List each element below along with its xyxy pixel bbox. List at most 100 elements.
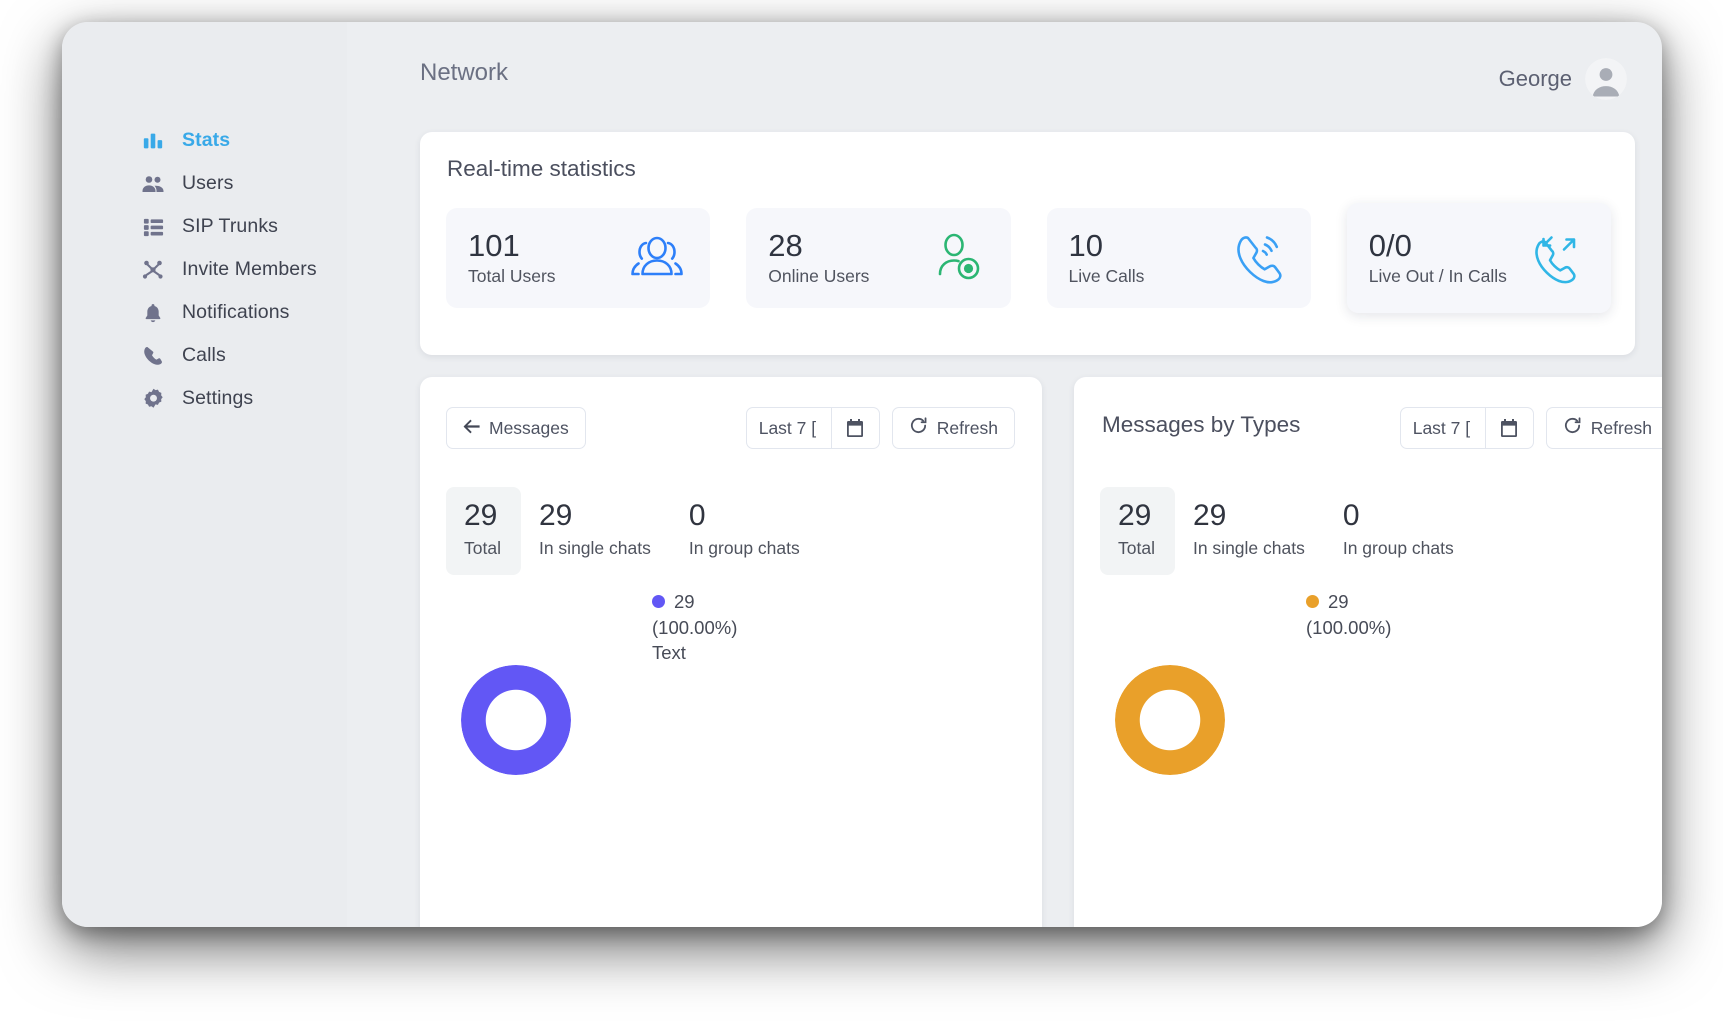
- summary-cell-single-chats: 29 In single chats: [1175, 487, 1325, 575]
- messages-panel: Messages Last 7 [Refresh 29 Total 29 In…: [420, 377, 1042, 927]
- date-range-picker[interactable]: Last 7 [: [745, 407, 880, 449]
- sidebar-item-notifications[interactable]: Notifications: [140, 291, 350, 334]
- sidebar-item-calls[interactable]: Calls: [140, 334, 350, 377]
- types-panel-header: Messages by Types Last 7 [Refresh: [1074, 377, 1662, 474]
- calendar-icon[interactable]: [1485, 407, 1534, 449]
- refresh-icon: [909, 416, 928, 440]
- legend-color-dot: [1306, 595, 1319, 609]
- donut-slice-text[interactable]: [461, 665, 571, 775]
- list-icon: [140, 214, 166, 240]
- phone-waves-icon: [1227, 227, 1289, 289]
- refresh-button[interactable]: Refresh: [891, 407, 1015, 449]
- date-range-picker[interactable]: Last 7 [: [1399, 407, 1534, 449]
- refresh-icon: [1563, 416, 1582, 440]
- summary-value: 29: [464, 499, 498, 532]
- sidebar-item-label: Calls: [182, 344, 226, 366]
- sidebar: Stats Users SIP Trunks Invite Members No…: [62, 22, 347, 927]
- realtime-title: Real-time statistics: [447, 156, 636, 181]
- sidebar-item-label: Users: [182, 172, 234, 194]
- summary-cell-total: 29 Total: [446, 487, 521, 575]
- legend-percent: (100.00%): [652, 616, 738, 638]
- stat-label: Live Out / In Calls: [1368, 266, 1507, 287]
- user-online-icon: [927, 227, 989, 289]
- summary-label: In single chats: [1192, 538, 1305, 558]
- stat-label: Live Calls: [1068, 266, 1145, 287]
- legend-entry: 29: [652, 589, 737, 615]
- stat-card-live-calls[interactable]: 10 Live Calls: [1046, 208, 1311, 308]
- summary-cell-total: 29 Total: [1100, 487, 1175, 575]
- stat-label: Online Users: [768, 266, 870, 287]
- legend-name: Text: [652, 642, 686, 664]
- app-window: Stats Users SIP Trunks Invite Members No…: [62, 22, 1662, 927]
- stat-value: 0/0: [1368, 227, 1412, 263]
- legend-entry: 29: [1306, 589, 1391, 615]
- refresh-button[interactable]: Refresh: [1545, 407, 1662, 449]
- refresh-label: Refresh: [936, 417, 998, 438]
- share-nodes-icon: [140, 257, 166, 283]
- summary-value: 29: [538, 499, 573, 532]
- legend-percent: (100.00%): [1306, 616, 1392, 638]
- summary-cell-group-chats: 0 In group chats: [1325, 487, 1474, 575]
- page-title: Network: [420, 59, 509, 86]
- avatar[interactable]: [1585, 58, 1627, 100]
- types-panel-controls: Last 7 [Refresh: [1399, 407, 1662, 449]
- stat-card-total-users[interactable]: 101 Total Users: [446, 208, 711, 308]
- stat-value: 10: [1068, 227, 1103, 263]
- date-range-value[interactable]: Last 7 [: [1399, 407, 1486, 449]
- sidebar-item-label: SIP Trunks: [182, 215, 279, 237]
- sidebar-item-stats[interactable]: Stats: [140, 119, 350, 162]
- legend-color-dot: [652, 595, 665, 609]
- legend-value: 29: [674, 591, 695, 612]
- sidebar-item-invite-members[interactable]: Invite Members: [140, 248, 350, 291]
- donut-slice-types[interactable]: [1115, 665, 1225, 775]
- date-range-value[interactable]: Last 7 [: [745, 407, 832, 449]
- summary-label: In group chats: [1342, 538, 1454, 558]
- messages-panel-controls: Last 7 [Refresh: [745, 407, 1015, 449]
- stat-label: Total Users: [468, 266, 556, 287]
- username-label: George: [1498, 66, 1572, 91]
- phone-inout-icon: [1527, 227, 1589, 289]
- types-donut-chart: 29 (100.00%): [1074, 589, 1662, 849]
- users-icon: [140, 171, 166, 197]
- bell-icon: [140, 300, 166, 326]
- sidebar-item-label: Stats: [182, 129, 231, 151]
- summary-value: 29: [1118, 499, 1152, 532]
- sidebar-item-label: Invite Members: [182, 258, 317, 280]
- calendar-icon[interactable]: [831, 407, 880, 449]
- sidebar-item-users[interactable]: Users: [140, 162, 350, 205]
- summary-value: 0: [688, 499, 706, 532]
- stat-card-live-out-in-calls[interactable]: 0/0 Live Out / In Calls: [1346, 203, 1611, 313]
- types-panel-title: Messages by Types: [1102, 412, 1301, 437]
- stat-value: 28: [768, 227, 803, 263]
- summary-cell-single-chats: 29 In single chats: [521, 487, 671, 575]
- bar-chart-icon: [140, 128, 166, 154]
- back-to-messages-button[interactable]: Messages: [446, 407, 586, 449]
- realtime-card-list: 101 Total Users 28 Online Users 10 Live …: [446, 203, 1611, 313]
- users-group-icon: [626, 227, 688, 289]
- summary-label: In single chats: [538, 538, 651, 558]
- types-summary: 29 Total 29 In single chats 0 In group c…: [1100, 487, 1474, 575]
- gear-icon: [140, 386, 166, 412]
- arrow-left-icon: [463, 418, 480, 439]
- sidebar-nav: Stats Users SIP Trunks Invite Members No…: [140, 119, 350, 420]
- user-menu[interactable]: George: [1499, 58, 1627, 100]
- messages-donut-chart: 29 (100.00%) Text: [420, 589, 1042, 849]
- messages-summary: 29 Total 29 In single chats 0 In group c…: [446, 487, 820, 575]
- stat-card-online-users[interactable]: 28 Online Users: [746, 208, 1011, 308]
- sidebar-item-label: Notifications: [182, 301, 290, 323]
- sidebar-item-settings[interactable]: Settings: [140, 377, 350, 420]
- summary-label: Total: [464, 538, 501, 558]
- messages-panel-header: Messages Last 7 [Refresh: [420, 377, 1042, 474]
- stat-value: 101: [468, 227, 520, 263]
- legend-value: 29: [1328, 591, 1349, 612]
- types-chart-legend: 29 (100.00%): [1306, 589, 1391, 640]
- summary-value: 0: [1342, 499, 1360, 532]
- topbar: Network George: [347, 22, 1662, 120]
- summary-label: Total: [1118, 538, 1155, 558]
- summary-label: In group chats: [688, 538, 800, 558]
- summary-value: 29: [1192, 499, 1227, 532]
- sidebar-item-sip-trunks[interactable]: SIP Trunks: [140, 205, 350, 248]
- back-button-label: Messages: [489, 417, 569, 438]
- summary-cell-group-chats: 0 In group chats: [671, 487, 820, 575]
- main-content: Real-time statistics 101 Total Users 28 …: [347, 120, 1662, 927]
